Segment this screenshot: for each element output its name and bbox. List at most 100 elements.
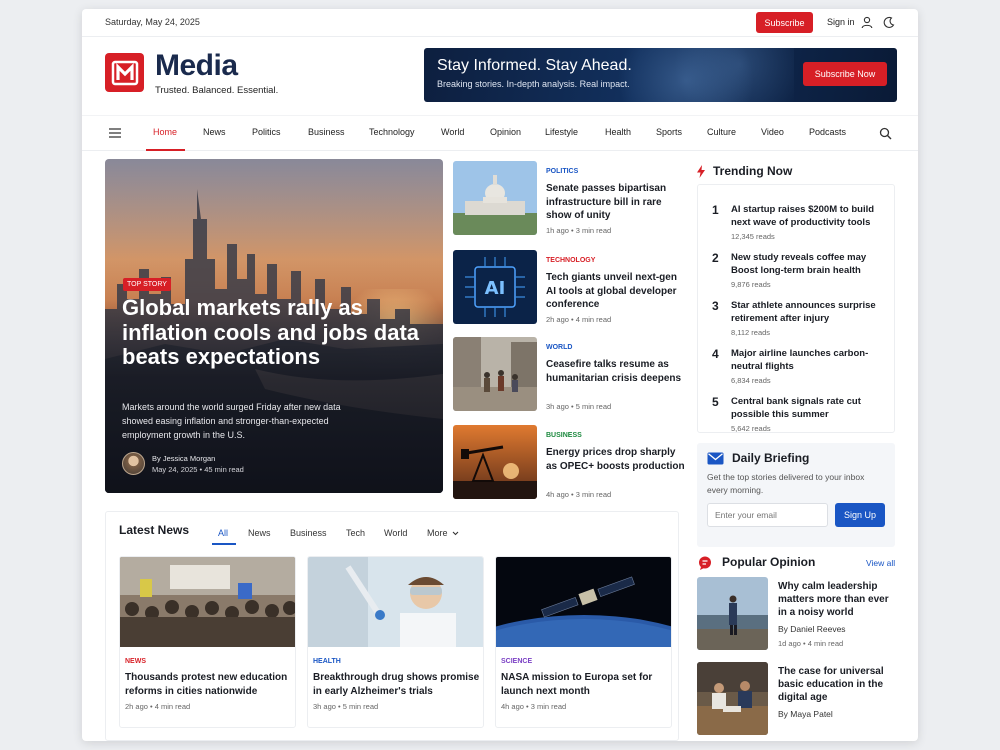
- story-read-time: 4 min read: [575, 315, 612, 324]
- story-headline[interactable]: Energy prices drop sharply as OPEC+ boos…: [546, 446, 686, 473]
- news-card[interactable]: SCIENCE NASA mission to Europa set for l…: [495, 556, 672, 728]
- trending-list: 1 AI startup raises $200M to build next …: [697, 184, 895, 433]
- story-category[interactable]: WORLD: [546, 344, 572, 351]
- news-card[interactable]: HEALTH Breakthrough drug shows promise i…: [307, 556, 484, 728]
- hero-author[interactable]: By Jessica Morgan: [152, 454, 215, 463]
- subscribe-now-button[interactable]: Subscribe Now: [803, 62, 887, 86]
- nav-item-video[interactable]: Video: [761, 127, 784, 137]
- nav-item-news[interactable]: News: [203, 127, 226, 137]
- nav-item-podcasts[interactable]: Podcasts: [809, 127, 846, 137]
- active-nav-indicator: [146, 149, 185, 151]
- tab-business[interactable]: Business: [290, 528, 327, 538]
- trending-reads: 9,876 reads: [731, 280, 771, 289]
- logo[interactable]: [105, 53, 144, 92]
- card-time: 2h ago: [125, 702, 148, 711]
- opinion-item[interactable]: Why calm leadership matters more than ev…: [697, 577, 897, 652]
- card-category[interactable]: SCIENCE: [501, 658, 532, 665]
- top-utility-bar: Saturday, May 24, 2025 Subscribe Sign in: [82, 9, 918, 37]
- satellite-earth-image: [496, 557, 671, 647]
- story-item[interactable]: WORLD Ceasefire talks resume as humanita…: [453, 337, 693, 412]
- tab-more[interactable]: More: [427, 528, 459, 538]
- nav-item-world[interactable]: World: [441, 127, 464, 137]
- trending-title[interactable]: Star athlete announces surprise retireme…: [731, 299, 891, 325]
- story-meta: 3h ago • 5 min read: [546, 402, 612, 411]
- trending-title[interactable]: Central bank signals rate cut possible t…: [731, 395, 891, 421]
- story-headline[interactable]: Ceasefire talks resume as humanitarian c…: [546, 358, 686, 385]
- sign-in-link[interactable]: Sign in: [827, 17, 855, 27]
- story-category[interactable]: TECHNOLOGY: [546, 257, 595, 264]
- card-title[interactable]: Breakthrough drug shows promise in early…: [313, 671, 481, 698]
- briefing-heading: Daily Briefing: [732, 451, 810, 465]
- nav-item-sports[interactable]: Sports: [656, 127, 682, 137]
- trending-rank: 5: [712, 395, 719, 409]
- trending-rank: 1: [712, 203, 719, 217]
- trending-rank: 2: [712, 251, 719, 265]
- opinion-read-time: 4 min read: [807, 639, 844, 648]
- tab-news[interactable]: News: [248, 528, 271, 538]
- story-time: 1h ago: [546, 226, 569, 235]
- opinion-title[interactable]: Why calm leadership matters more than ev…: [778, 580, 893, 619]
- card-title[interactable]: NASA mission to Europa set for launch ne…: [501, 671, 669, 698]
- site-tagline: Trusted. Balanced. Essential.: [155, 85, 279, 96]
- trending-title[interactable]: New study reveals coffee may Boost long-…: [731, 251, 891, 277]
- nav-item-politics[interactable]: Politics: [252, 127, 281, 137]
- story-item[interactable]: POLITICS Senate passes bipartisan infras…: [453, 161, 693, 236]
- nav-item-technology[interactable]: Technology: [369, 127, 415, 137]
- trending-item[interactable]: 2 New study reveals coffee may Boost lon…: [698, 241, 896, 289]
- opinion-author[interactable]: By Daniel Reeves: [778, 624, 846, 634]
- story-category[interactable]: POLITICS: [546, 168, 578, 175]
- trending-item[interactable]: 1 AI startup raises $200M to build next …: [698, 193, 896, 241]
- latest-news-heading: Latest News: [119, 523, 190, 537]
- hero-headline[interactable]: Global markets rally as inflation cools …: [122, 295, 422, 370]
- email-field[interactable]: [707, 503, 828, 527]
- card-category[interactable]: HEALTH: [313, 658, 341, 665]
- story-item[interactable]: BUSINESS Energy prices drop sharply as O…: [453, 425, 693, 500]
- tab-world[interactable]: World: [384, 528, 407, 538]
- hero-story[interactable]: TOP STORY Global markets rally as inflat…: [105, 159, 443, 493]
- site-name[interactable]: Media: [155, 49, 238, 83]
- trending-title[interactable]: Major airline launches carbon-neutral fl…: [731, 347, 891, 373]
- card-time: 4h ago: [501, 702, 524, 711]
- trending-reads: 8,112 reads: [731, 328, 771, 337]
- tab-tech[interactable]: Tech: [346, 528, 365, 538]
- opinion-author[interactable]: By Maya Patel: [778, 709, 833, 719]
- card-category[interactable]: NEWS: [125, 658, 146, 665]
- hamburger-icon[interactable]: [109, 128, 121, 138]
- lightning-icon: [697, 165, 705, 178]
- classroom-image: [697, 662, 768, 735]
- trending-item[interactable]: 4 Major airline launches carbon-neutral …: [698, 337, 896, 385]
- nav-item-lifestyle[interactable]: Lifestyle: [545, 127, 578, 137]
- nav-item-business[interactable]: Business: [308, 127, 345, 137]
- lab-scientist-image: [308, 557, 483, 647]
- trending-item[interactable]: 5 Central bank signals rate cut possible…: [698, 385, 896, 433]
- story-item[interactable]: AI TECHNOLOGY Tech giants unveil next-ge…: [453, 250, 693, 325]
- logo-mark-icon: [111, 60, 138, 85]
- subscribe-button[interactable]: Subscribe: [756, 12, 813, 33]
- search-icon[interactable]: [879, 127, 892, 140]
- view-all-link[interactable]: View all: [866, 558, 895, 568]
- news-card[interactable]: NEWS Thousands protest new education ref…: [119, 556, 296, 728]
- nav-item-health[interactable]: Health: [605, 127, 631, 137]
- banner-subtitle: Breaking stories. In-depth analysis. Rea…: [437, 79, 630, 89]
- story-category[interactable]: BUSINESS: [546, 432, 582, 439]
- card-title[interactable]: Thousands protest new education reforms …: [125, 671, 293, 698]
- sign-up-button[interactable]: Sign Up: [835, 503, 885, 527]
- dark-mode-icon[interactable]: [883, 16, 895, 29]
- nav-item-home[interactable]: Home: [153, 127, 177, 137]
- user-icon[interactable]: [861, 16, 873, 29]
- subscribe-banner: Stay Informed. Stay Ahead. Breaking stor…: [424, 48, 897, 102]
- tab-all[interactable]: All: [218, 528, 228, 538]
- author-avatar: [122, 452, 145, 475]
- card-read-time: 3 min read: [530, 702, 567, 711]
- story-read-time: 5 min read: [575, 402, 612, 411]
- opinion-title[interactable]: The case for universal basic education i…: [778, 665, 893, 704]
- crisis-street-image: [453, 337, 537, 411]
- story-headline[interactable]: Tech giants unveil next-gen AI tools at …: [546, 271, 686, 312]
- opinion-item[interactable]: The case for universal basic education i…: [697, 662, 897, 737]
- story-headline[interactable]: Senate passes bipartisan infrastructure …: [546, 182, 686, 223]
- nav-item-culture[interactable]: Culture: [707, 127, 736, 137]
- nav-item-opinion[interactable]: Opinion: [490, 127, 521, 137]
- story-time: 2h ago: [546, 315, 569, 324]
- trending-item[interactable]: 3 Star athlete announces surprise retire…: [698, 289, 896, 337]
- trending-title[interactable]: AI startup raises $200M to build next wa…: [731, 203, 891, 229]
